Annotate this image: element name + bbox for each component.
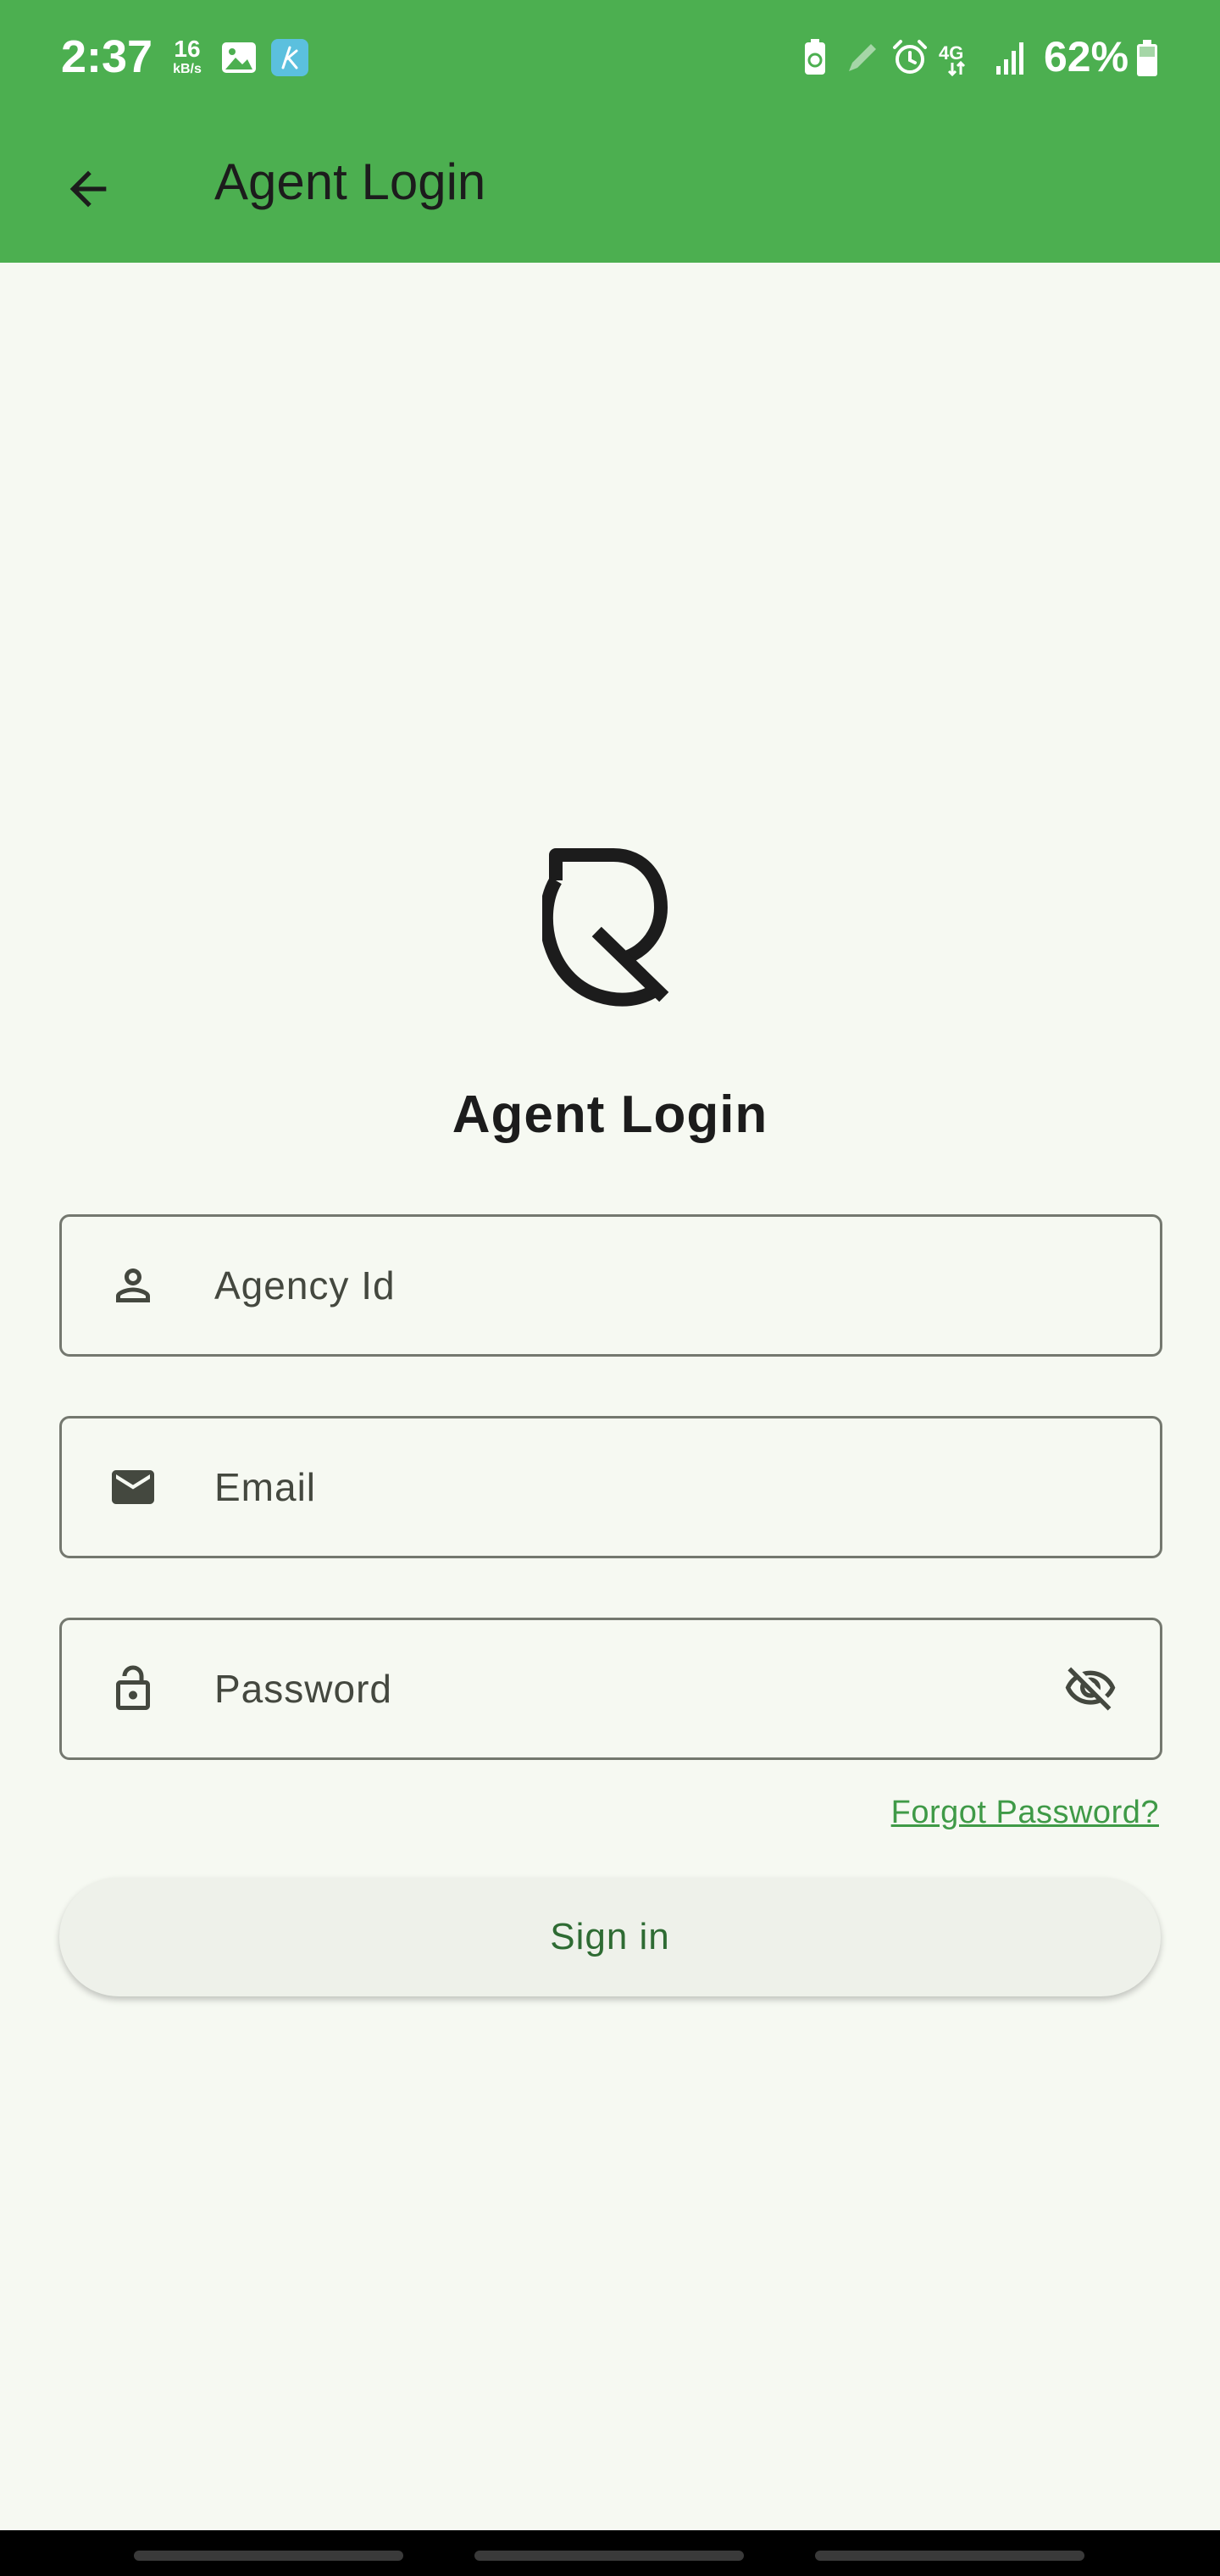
app-logo — [542, 848, 669, 1007]
agency-id-field[interactable] — [59, 1214, 1162, 1357]
pen-icon — [849, 44, 876, 71]
navigation-bar — [0, 2530, 1220, 2576]
network-speed-value: 16 — [174, 36, 201, 62]
signal-icon — [996, 42, 1023, 75]
nav-pill-left[interactable] — [134, 2551, 403, 2561]
battery-percent: 62% — [1044, 33, 1129, 80]
page-title: Agent Login — [452, 1085, 768, 1144]
person-icon — [116, 1269, 150, 1302]
sign-in-button[interactable]: Sign in — [59, 1878, 1161, 1996]
forgot-password-link[interactable]: Forgot Password? — [891, 1795, 1159, 1831]
network-speed-unit: kB/s — [173, 62, 202, 76]
agency-id-input[interactable] — [214, 1217, 1028, 1354]
alarm-icon — [893, 40, 927, 74]
header: 2:37 16 kB/s 4G 62% Agent Login — [0, 0, 1220, 263]
svg-text:4G: 4G — [939, 42, 963, 64]
email-input[interactable] — [214, 1418, 1028, 1556]
app-bar: Agent Login — [0, 119, 1220, 263]
image-icon — [222, 42, 256, 73]
lock-icon — [116, 1665, 150, 1710]
status-bar: 2:37 16 kB/s 4G 62% — [0, 0, 1220, 119]
nav-pill-right[interactable] — [815, 2551, 1084, 2561]
password-field[interactable] — [59, 1618, 1162, 1760]
network-speed: 16 kB/s — [166, 37, 208, 76]
app-bar-title: Agent Login — [214, 153, 486, 210]
battery-icon — [1137, 40, 1157, 76]
email-field[interactable] — [59, 1416, 1162, 1558]
4g-icon: 4G — [939, 42, 966, 77]
eye-off-icon[interactable] — [1063, 1662, 1117, 1716]
app-k-icon — [271, 39, 308, 76]
status-time: 2:37 — [61, 31, 153, 82]
arrow-back-icon — [69, 170, 107, 208]
back-button[interactable] — [47, 148, 129, 230]
mail-icon — [112, 1470, 154, 1504]
battery-saver-icon — [805, 39, 825, 75]
nav-pill-center[interactable] — [474, 2551, 744, 2561]
password-input[interactable] — [214, 1620, 1028, 1757]
